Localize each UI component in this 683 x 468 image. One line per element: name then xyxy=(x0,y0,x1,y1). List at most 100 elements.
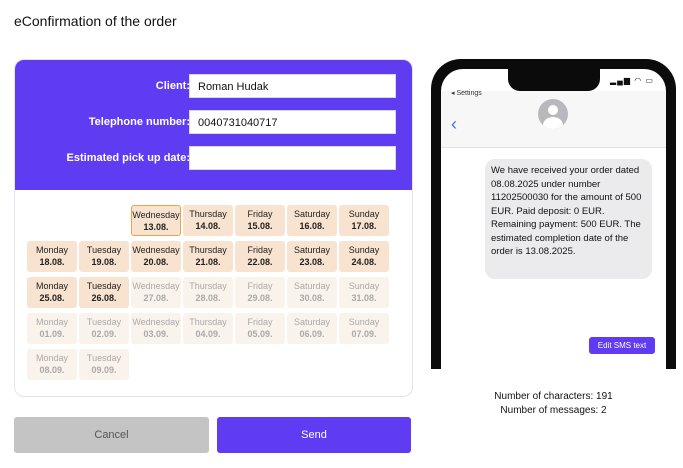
calendar-date: 21.08. xyxy=(195,257,221,267)
calendar-weekday: Friday xyxy=(247,209,273,219)
calendar-day-cell[interactable]: Monday 25.08. xyxy=(27,277,77,308)
calendar-day-cell[interactable]: Wednesday 20.08. xyxy=(131,241,181,272)
order-form-card: Client: Roman Hudak Telephone number: 00… xyxy=(14,59,413,397)
edit-sms-button[interactable]: Edit SMS text xyxy=(589,337,655,354)
calendar-date: 13.08. xyxy=(143,222,169,232)
calendar-date: 28.08. xyxy=(195,293,221,303)
calendar-weekday: Tuesday xyxy=(86,281,122,291)
calendar-date: 08.09. xyxy=(39,365,65,375)
calendar-weekday: Monday xyxy=(35,281,69,291)
calendar-date: 24.08. xyxy=(351,257,377,267)
message-count: Number of messages: 2 xyxy=(500,405,607,416)
calendar-date: 27.08. xyxy=(143,293,169,303)
calendar-day-cell: Friday 29.08. xyxy=(235,277,285,308)
client-row: Client: Roman Hudak xyxy=(15,74,412,100)
calendar-day-cell[interactable]: Tuesday 19.08. xyxy=(79,241,129,272)
status-back-label: ◂ Settings xyxy=(451,90,482,97)
calendar-day-cell: Tuesday 09.09. xyxy=(79,349,129,380)
calendar-date: 25.08. xyxy=(39,293,65,303)
calendar-weekday: Wednesday xyxy=(132,281,180,291)
calendar-day-cell: Monday 08.09. xyxy=(27,349,77,380)
calendar-weekday: Tuesday xyxy=(86,245,122,255)
phone-preview: ‹ ◂ Settings ▂▄▆ ◠ ▭ We have received yo… xyxy=(431,59,676,369)
calendar-weekday: Thursday xyxy=(189,209,227,219)
calendar-date: 29.08. xyxy=(247,293,273,303)
calendar-date: 17.08. xyxy=(351,221,377,231)
calendar-date: 22.08. xyxy=(247,257,273,267)
cancel-button[interactable]: Cancel xyxy=(14,417,209,453)
calendar-date: 15.08. xyxy=(247,221,273,231)
calendar-date: 01.09. xyxy=(39,329,65,339)
phone-row: Telephone number: 0040731040717 xyxy=(15,110,412,136)
back-chevron-icon[interactable]: ‹ xyxy=(451,115,457,133)
pickup-date-input[interactable] xyxy=(189,146,396,170)
calendar-day-cell: Friday 05.09. xyxy=(235,313,285,344)
calendar-weekday: Monday xyxy=(35,245,69,255)
calendar-weekday: Monday xyxy=(35,353,69,363)
page-title: eConfirmation of the order xyxy=(14,13,177,29)
calendar-weekday: Wednesday xyxy=(132,210,180,220)
calendar-day-cell[interactable]: Thursday 21.08. xyxy=(183,241,233,272)
calendar-weekday: Thursday xyxy=(189,245,227,255)
calendar-weekday: Saturday xyxy=(293,209,331,219)
calendar-day-cell: Wednesday 27.08. xyxy=(131,277,181,308)
calendar-weekday: Friday xyxy=(247,245,273,255)
calendar-weekday: Saturday xyxy=(293,281,331,291)
calendar-date: 04.09. xyxy=(195,329,221,339)
calendar-date: 07.09. xyxy=(351,329,377,339)
calendar-date: 18.08. xyxy=(39,257,65,267)
calendar-date: 26.08. xyxy=(91,293,117,303)
calendar-date: 20.08. xyxy=(143,257,169,267)
calendar-weekday: Sunday xyxy=(348,245,380,255)
calendar-date: 02.09. xyxy=(91,329,117,339)
calendar-weekday: Sunday xyxy=(348,281,380,291)
calendar-day-cell: Saturday 30.08. xyxy=(287,277,337,308)
pickup-row: Estimated pick up date: xyxy=(15,146,412,172)
phone-screen: ‹ ◂ Settings ▂▄▆ ◠ ▭ We have received yo… xyxy=(441,69,666,369)
contact-avatar-icon xyxy=(538,99,568,129)
calendar-day-cell: Sunday 07.09. xyxy=(339,313,389,344)
send-button[interactable]: Send xyxy=(217,417,411,453)
calendar-day-cell[interactable]: Saturday 16.08. xyxy=(287,205,337,236)
calendar-day-cell: Wednesday 03.09. xyxy=(131,313,181,344)
calendar-date: 23.08. xyxy=(299,257,325,267)
calendar-day-cell[interactable]: Thursday 14.08. xyxy=(183,205,233,236)
calendar-day-cell: Thursday 28.08. xyxy=(183,277,233,308)
client-input[interactable]: Roman Hudak xyxy=(189,74,396,98)
calendar-day-cell[interactable]: Friday 22.08. xyxy=(235,241,285,272)
calendar-day-cell[interactable]: Saturday 23.08. xyxy=(287,241,337,272)
calendar-date: 05.09. xyxy=(247,329,273,339)
sms-counts: Number of characters: 191 Number of mess… xyxy=(431,390,676,418)
client-label: Client: xyxy=(155,80,190,92)
calendar-day-cell[interactable]: Friday 15.08. xyxy=(235,205,285,236)
calendar-weekday: Tuesday xyxy=(86,317,122,327)
calendar-day-cell[interactable]: Tuesday 26.08. xyxy=(79,277,129,308)
form-header: Client: Roman Hudak Telephone number: 00… xyxy=(15,60,412,190)
calendar-weekday: Wednesday xyxy=(132,317,180,327)
calendar-day-cell[interactable]: Monday 18.08. xyxy=(27,241,77,272)
phone-input[interactable]: 0040731040717 xyxy=(189,110,396,134)
sms-message-bubble: We have received your order dated 08.08.… xyxy=(485,159,652,279)
calendar-day-cell: Saturday 06.09. xyxy=(287,313,337,344)
calendar-date: 06.09. xyxy=(299,329,325,339)
calendar-day-cell[interactable]: Sunday 24.08. xyxy=(339,241,389,272)
calendar-weekday: Friday xyxy=(247,317,273,327)
phone-notch xyxy=(508,69,600,91)
character-count: Number of characters: 191 xyxy=(494,391,613,402)
calendar-day-cell: Tuesday 02.09. xyxy=(79,313,129,344)
calendar-weekday: Sunday xyxy=(348,317,380,327)
calendar-date: 03.09. xyxy=(143,329,169,339)
calendar-weekday: Friday xyxy=(247,281,273,291)
calendar-weekday: Wednesday xyxy=(132,245,180,255)
calendar-day-cell[interactable]: Wednesday 13.08. xyxy=(131,205,181,236)
calendar-weekday: Monday xyxy=(35,317,69,327)
calendar-date: 09.09. xyxy=(91,365,117,375)
calendar-day-cell[interactable]: Sunday 17.08. xyxy=(339,205,389,236)
calendar-date: 30.08. xyxy=(299,293,325,303)
calendar-weekday: Tuesday xyxy=(86,353,122,363)
calendar-weekday: Sunday xyxy=(348,209,380,219)
phone-label: Telephone number: xyxy=(88,116,190,128)
signal-wifi-battery-icon: ▂▄▆ ◠ ▭ xyxy=(610,76,654,85)
calendar-weekday: Saturday xyxy=(293,245,331,255)
pickup-label: Estimated pick up date: xyxy=(66,152,190,164)
